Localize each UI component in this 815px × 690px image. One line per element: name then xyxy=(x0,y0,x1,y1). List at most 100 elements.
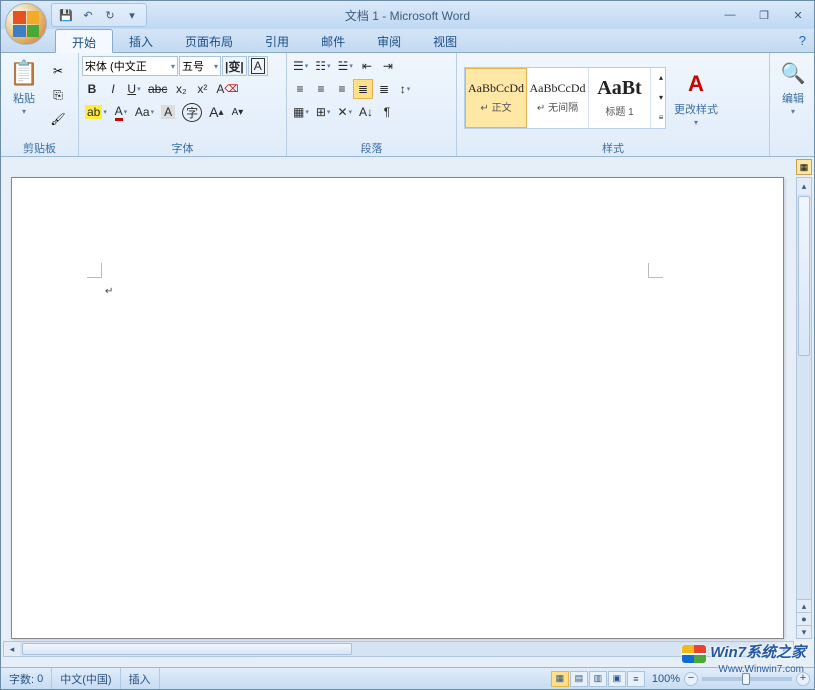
style-normal[interactable]: AaBbCcDd ↵ 正文 xyxy=(465,68,527,128)
group-font: 宋体 (中文正▾ 五号▾ |变| A B I U▾ abc x₂ x² A⌫ a… xyxy=(79,53,287,156)
hscroll-thumb[interactable] xyxy=(22,643,352,655)
align-center-button[interactable]: ≡ xyxy=(311,79,331,99)
tab-mailings[interactable]: 邮件 xyxy=(305,29,361,52)
superscript-button[interactable]: x² xyxy=(192,79,212,99)
change-case-button[interactable]: Aa▾ xyxy=(132,102,157,122)
maximize-button[interactable]: ❐ xyxy=(752,6,776,24)
change-styles-button[interactable]: A 更改样式 ▾ xyxy=(670,66,722,129)
tab-insert[interactable]: 插入 xyxy=(113,29,169,52)
next-page-icon[interactable]: ▾ xyxy=(796,625,812,639)
font-name-combo[interactable]: 宋体 (中文正▾ xyxy=(82,56,178,76)
tab-pagelayout[interactable]: 页面布局 xyxy=(169,29,249,52)
view-printlayout-icon[interactable]: ▦ xyxy=(551,671,569,687)
select-browse-icon[interactable]: ● xyxy=(796,612,812,626)
italic-button[interactable]: I xyxy=(103,79,123,99)
scroll-track[interactable] xyxy=(797,358,811,600)
style-preview: AaBt xyxy=(597,77,641,100)
zoom-control: 100% − + xyxy=(652,672,810,686)
scroll-thumb[interactable] xyxy=(798,196,810,356)
hscroll-track[interactable] xyxy=(354,642,777,656)
status-language[interactable]: 中文(中国) xyxy=(52,668,120,689)
vertical-scrollbar[interactable]: ▴ ▾ xyxy=(796,177,812,617)
paste-dropdown-icon[interactable]: ▾ xyxy=(22,107,26,116)
view-web-icon[interactable]: ▥ xyxy=(589,671,607,687)
linespacing-button[interactable]: ↕▾ xyxy=(395,79,415,99)
enclose-char-button[interactable]: 字 xyxy=(179,102,205,122)
styles-gallery[interactable]: AaBbCcDd ↵ 正文 AaBbCcDd ↵ 无间隔 AaBt 标题 1 ▴… xyxy=(464,67,666,129)
styles-gallery-scroll: ▴ ▾ ≡ xyxy=(651,68,665,128)
prev-page-icon[interactable]: ▴ xyxy=(796,599,812,613)
tab-review[interactable]: 审阅 xyxy=(361,29,417,52)
phonetic-guide-icon[interactable]: |变| xyxy=(222,56,247,76)
style-heading1[interactable]: AaBt 标题 1 xyxy=(589,68,651,128)
copy-icon[interactable]: ⎘ xyxy=(48,85,68,105)
subscript-button[interactable]: x₂ xyxy=(171,79,191,99)
format-painter-icon[interactable]: 🖌 xyxy=(48,109,68,129)
save-icon[interactable]: 💾 xyxy=(56,5,76,25)
paste-button[interactable]: 📋 粘贴 ▾ xyxy=(4,55,44,118)
scroll-right-icon[interactable]: ▸ xyxy=(777,642,793,656)
redo-icon[interactable]: ↻ xyxy=(100,5,120,25)
increase-indent-button[interactable]: ⇥ xyxy=(378,56,398,76)
office-button[interactable] xyxy=(5,3,47,45)
underline-button[interactable]: U▾ xyxy=(124,79,144,99)
clear-format-button[interactable]: A⌫ xyxy=(213,79,241,99)
find-button[interactable]: 🔍 编辑 ▾ xyxy=(773,55,813,118)
minimize-button[interactable]: — xyxy=(718,6,742,24)
scroll-left-icon[interactable]: ◂ xyxy=(4,642,20,656)
view-outline-icon[interactable]: ▣ xyxy=(608,671,626,687)
font-size-combo[interactable]: 五号▾ xyxy=(179,56,221,76)
style-nospacing[interactable]: AaBbCcDd ↵ 无间隔 xyxy=(527,68,589,128)
multilevel-button[interactable]: ☱▾ xyxy=(335,56,356,76)
show-marks-button[interactable]: ¶ xyxy=(377,102,397,122)
view-fullscreen-icon[interactable]: ▤ xyxy=(570,671,588,687)
distribute-button[interactable]: ≣ xyxy=(374,79,394,99)
style-name: ↵ 正文 xyxy=(480,99,511,114)
view-draft-icon[interactable]: ≡ xyxy=(627,671,645,687)
gallery-up-icon[interactable]: ▴ xyxy=(651,68,671,88)
scroll-up-icon[interactable]: ▴ xyxy=(797,178,811,194)
qat-more-icon[interactable]: ▾ xyxy=(122,5,142,25)
numbering-button[interactable]: ☷▾ xyxy=(312,56,333,76)
gallery-down-icon[interactable]: ▾ xyxy=(651,88,671,108)
gallery-more-icon[interactable]: ≡ xyxy=(651,108,671,128)
tab-references[interactable]: 引用 xyxy=(249,29,305,52)
char-shading-button[interactable]: A xyxy=(158,102,178,122)
shading-button[interactable]: ▦▾ xyxy=(290,102,312,122)
sort-button[interactable]: A↓ xyxy=(356,102,376,122)
status-insertmode[interactable]: 插入 xyxy=(121,668,160,689)
strike-button[interactable]: abc xyxy=(145,79,170,99)
horizontal-scrollbar[interactable]: ◂ ▸ xyxy=(3,641,794,657)
zoom-handle[interactable] xyxy=(742,673,750,685)
decrease-indent-button[interactable]: ⇤ xyxy=(357,56,377,76)
zoom-slider[interactable] xyxy=(702,677,792,681)
font-color-button[interactable]: A▾ xyxy=(111,102,131,122)
borders-button[interactable]: ⊞▾ xyxy=(313,102,334,122)
close-button[interactable]: ✕ xyxy=(786,6,810,24)
tab-home[interactable]: 开始 xyxy=(55,29,113,53)
bullets-button[interactable]: ☰▾ xyxy=(290,56,311,76)
undo-icon[interactable]: ↶ xyxy=(78,5,98,25)
align-left-button[interactable]: ≡ xyxy=(290,79,310,99)
char-scaling-button[interactable]: ✕▾ xyxy=(334,102,355,122)
zoom-value[interactable]: 100% xyxy=(652,673,680,685)
highlight-button[interactable]: ab▾ xyxy=(82,102,110,122)
document-area: ▦ ↵ ▴ ▾ ▴ ● ▾ ◂ ▸ xyxy=(1,157,814,667)
group-label-styles: 样式 xyxy=(460,140,766,156)
align-right-button[interactable]: ≡ xyxy=(332,79,352,99)
justify-button[interactable]: ≣ xyxy=(353,79,373,99)
tab-view[interactable]: 视图 xyxy=(417,29,473,52)
shrink-font-button[interactable]: A▾ xyxy=(227,102,247,122)
group-label-paragraph: 段落 xyxy=(290,140,453,156)
status-wordcount[interactable]: 字数: 0 xyxy=(1,668,52,689)
zoom-in-button[interactable]: + xyxy=(796,672,810,686)
group-label-editing-spacer xyxy=(773,140,811,156)
document-page[interactable]: ↵ xyxy=(11,177,784,639)
grow-font-button[interactable]: A▴ xyxy=(206,102,226,122)
char-border-icon[interactable]: A xyxy=(248,56,268,76)
bold-button[interactable]: B xyxy=(82,79,102,99)
ruler-toggle-icon[interactable]: ▦ xyxy=(796,159,812,175)
cut-icon[interactable]: ✂ xyxy=(48,61,68,81)
zoom-out-button[interactable]: − xyxy=(684,672,698,686)
help-icon[interactable]: ? xyxy=(799,33,806,48)
